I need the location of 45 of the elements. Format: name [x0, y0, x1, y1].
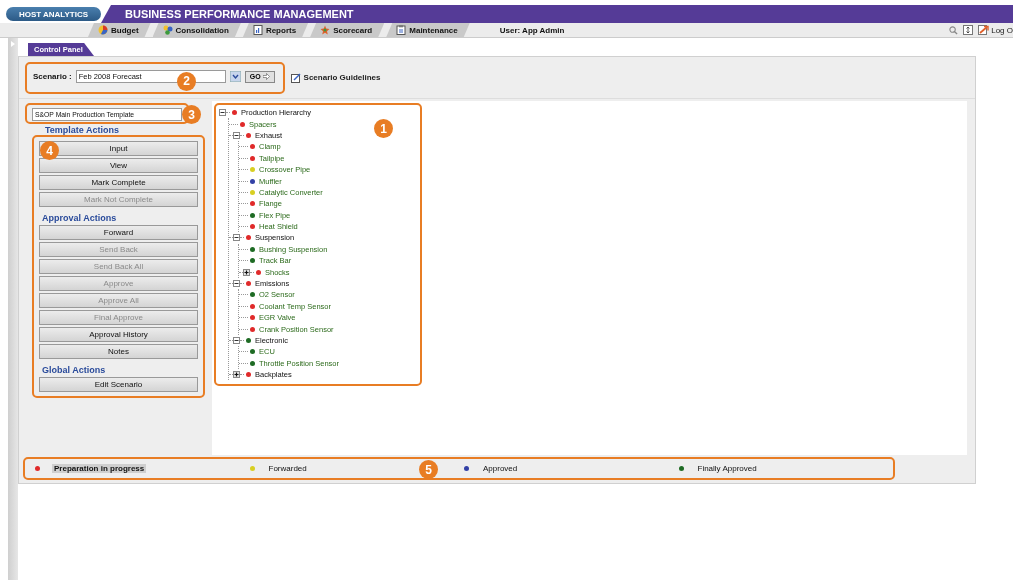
nav-tab[interactable]: Reports — [242, 23, 309, 37]
expand-icon[interactable] — [233, 371, 240, 379]
action-button[interactable]: Mark Complete — [39, 175, 198, 190]
scorecard-icon — [320, 25, 331, 35]
logout-link[interactable]: Log O — [978, 25, 1013, 35]
app-title: BUSINESS PERFORMANCE MANAGEMENT — [101, 5, 1013, 23]
nav-tab[interactable]: Consolidation — [152, 23, 241, 37]
callout-badge: 1 — [374, 119, 393, 138]
action-button[interactable]: Edit Scenario — [39, 377, 198, 392]
collapse-icon[interactable] — [233, 280, 240, 288]
action-button[interactable]: Approval History — [39, 327, 198, 342]
guidelines-link[interactable]: Scenario Guidelines — [290, 72, 381, 83]
dropdown-icon[interactable] — [229, 71, 241, 82]
user-label: User: App Admin — [499, 25, 565, 35]
legend-label: Approved — [482, 464, 519, 473]
action-button[interactable]: Forward — [39, 225, 198, 240]
nav-tab[interactable]: Scorecard — [310, 23, 385, 37]
callout-badge: 5 — [419, 460, 438, 479]
report-icon — [252, 25, 263, 35]
nav-tab[interactable]: Maintenance — [386, 23, 470, 37]
action-button[interactable]: Notes — [39, 344, 198, 359]
cycle-icon — [162, 25, 173, 35]
group-heading: Global Actions — [41, 364, 107, 375]
collapse-icon[interactable] — [233, 234, 240, 242]
scenario-label: Scenario : — [33, 72, 72, 81]
collapse-icon[interactable] — [219, 109, 226, 117]
edit-icon — [290, 72, 301, 83]
collapse-icon[interactable] — [233, 131, 240, 139]
search-icon[interactable] — [949, 25, 959, 35]
group-heading: Approval Actions — [41, 212, 118, 223]
callout-badge: 3 — [182, 105, 201, 124]
legend-label: Finally Approved — [696, 464, 758, 473]
logout-icon — [978, 25, 990, 35]
collapse-icon[interactable] — [233, 337, 240, 344]
action-button[interactable]: View — [39, 158, 198, 173]
group-heading: Template Actions — [44, 124, 120, 135]
expand-icon[interactable] — [243, 268, 250, 276]
legend-label: Forwarded — [267, 464, 308, 473]
sort-icon[interactable] — [963, 25, 974, 35]
nav-tab[interactable]: Budget — [88, 23, 151, 37]
legend-label: Preparation in progress — [52, 464, 147, 473]
logo: HOST ANALYTICS — [6, 7, 101, 21]
clipboard-icon — [396, 25, 407, 35]
arrow-icon — [262, 73, 270, 80]
pie-chart-icon — [98, 25, 108, 35]
